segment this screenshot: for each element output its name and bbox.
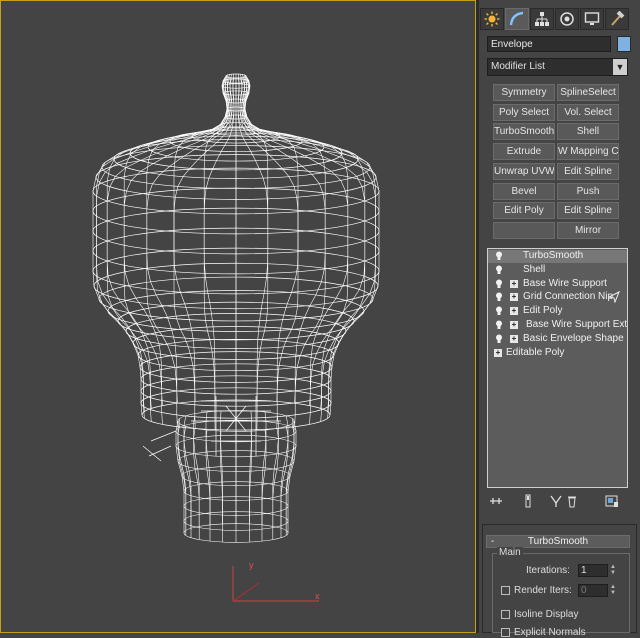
command-panel: Envelope Modifier List ▼ Symmetry SplineS… bbox=[479, 0, 640, 638]
configure-sets-icon[interactable] bbox=[605, 494, 619, 508]
pin-stack-icon[interactable] bbox=[489, 494, 503, 508]
render-iters-spinner-arrows[interactable]: ▲ ▼ bbox=[609, 584, 617, 597]
hierarchy-tab[interactable] bbox=[530, 8, 554, 30]
stack-item-label: Basic Envelope Shape bbox=[523, 332, 624, 344]
monitor-icon bbox=[584, 12, 600, 25]
stack-item[interactable]: + Editable Poly bbox=[488, 347, 627, 360]
hierarchy-icon bbox=[535, 12, 549, 26]
chevron-down-icon[interactable]: ▼ bbox=[613, 59, 627, 75]
lightbulb-icon[interactable] bbox=[495, 306, 503, 316]
modifier-button[interactable]: Bevel bbox=[493, 182, 555, 200]
iterations-spinner-arrows[interactable]: ▲ ▼ bbox=[609, 564, 617, 577]
iterations-spinner[interactable]: 1 bbox=[578, 564, 608, 577]
modifier-button[interactable]: Mirror bbox=[557, 221, 619, 239]
lightbulb-icon[interactable] bbox=[495, 251, 503, 261]
stack-item-label: TurboSmooth bbox=[523, 250, 584, 261]
lightbulb-icon[interactable] bbox=[495, 334, 503, 344]
modifier-button[interactable]: SplineSelect bbox=[557, 84, 619, 101]
perspective-viewport[interactable]: xy bbox=[0, 0, 476, 633]
stack-item-label: Grid Connection Nip bbox=[523, 291, 614, 303]
collapse-icon[interactable]: - bbox=[491, 536, 494, 547]
motion-icon bbox=[560, 12, 574, 26]
stack-item[interactable]: + Basic Envelope Shape bbox=[488, 333, 627, 346]
stack-item[interactable]: + Base Wire Support bbox=[488, 278, 627, 291]
stack-item-label: Base Wire Support bbox=[523, 277, 607, 289]
show-end-result-icon[interactable] bbox=[521, 494, 535, 508]
object-color-swatch[interactable] bbox=[617, 36, 631, 52]
lightbulb-icon[interactable] bbox=[495, 320, 503, 330]
arc-icon bbox=[509, 11, 524, 26]
remove-modifier-icon[interactable] bbox=[565, 494, 579, 508]
modifier-list-dropdown[interactable]: Modifier List ▼ bbox=[487, 58, 628, 76]
hammer-icon bbox=[611, 11, 625, 26]
isoline-display-label: Isoline Display bbox=[514, 609, 579, 620]
command-panel-tabs bbox=[479, 8, 640, 32]
render-iters-spinner[interactable]: 0 bbox=[578, 584, 608, 597]
render-iters-checkbox[interactable] bbox=[501, 586, 510, 595]
expand-icon[interactable]: + bbox=[510, 321, 518, 329]
stack-item[interactable]: + Base Wire Support Extru bbox=[488, 319, 627, 332]
expand-icon[interactable]: + bbox=[510, 293, 518, 302]
stack-item-label: Shell bbox=[523, 263, 546, 275]
modifier-button[interactable]: TurboSmooth bbox=[493, 123, 555, 141]
object-name-field[interactable]: Envelope bbox=[487, 36, 611, 52]
modifier-button[interactable]: Edit Spline bbox=[557, 202, 619, 220]
isoline-display-checkbox[interactable] bbox=[501, 610, 510, 619]
create-tab[interactable] bbox=[480, 8, 504, 30]
utilities-tab[interactable] bbox=[605, 8, 629, 30]
display-tab[interactable] bbox=[580, 8, 604, 30]
expand-icon[interactable]: + bbox=[510, 307, 518, 316]
modifier-button[interactable]: Symmetry bbox=[493, 84, 555, 101]
modifier-button[interactable]: Vol. Select bbox=[557, 103, 619, 121]
expand-icon[interactable]: + bbox=[494, 348, 502, 357]
main-group: Main Iterations: 1 ▲ ▼ Render Iters: 0 ▲ ▼… bbox=[492, 547, 630, 638]
modifier-button[interactable]: Shell bbox=[557, 123, 619, 141]
lightbulb-icon[interactable] bbox=[495, 279, 503, 289]
axis-y-label: y bbox=[249, 560, 254, 570]
modifier-button[interactable]: Poly Select bbox=[493, 103, 555, 121]
modifier-button[interactable]: Push bbox=[557, 182, 619, 200]
make-unique-icon[interactable] bbox=[549, 494, 563, 508]
stack-item[interactable]: + Edit Poly bbox=[488, 305, 627, 318]
turbosmooth-rollout: - TurboSmooth Main Iterations: 1 ▲ ▼ Rend… bbox=[482, 524, 637, 638]
modifier-button[interactable] bbox=[493, 221, 555, 239]
iterations-label: Iterations: bbox=[526, 565, 570, 576]
motion-tab[interactable] bbox=[555, 8, 579, 30]
axis-x-label: x bbox=[315, 591, 320, 601]
stack-item[interactable]: Shell bbox=[488, 264, 627, 277]
lightbulb-icon[interactable] bbox=[495, 265, 503, 275]
modifier-button[interactable]: Edit Spline bbox=[557, 162, 619, 180]
rollout-title: TurboSmooth bbox=[527, 536, 589, 547]
cursor-arrow-icon bbox=[607, 291, 620, 305]
stack-item-label: Edit Poly bbox=[523, 305, 563, 317]
modify-tab[interactable] bbox=[505, 8, 529, 30]
stack-toolbar bbox=[487, 494, 628, 510]
render-iters-label: Render Iters: bbox=[514, 585, 572, 596]
stack-item-label: Editable Poly bbox=[506, 346, 565, 358]
stack-item-label: Base Wire Support Extru bbox=[526, 319, 627, 330]
wireframe-model[interactable]: xy bbox=[1, 1, 476, 633]
modifier-stack[interactable]: TurboSmooth Shell + Base Wire Support + Grid … bbox=[487, 248, 628, 488]
stack-item[interactable]: TurboSmooth bbox=[488, 250, 627, 263]
modifier-list-label: Modifier List bbox=[491, 61, 545, 72]
modifier-button[interactable]: Unwrap UVW bbox=[493, 162, 555, 180]
expand-icon[interactable]: + bbox=[510, 279, 518, 288]
expand-icon[interactable]: + bbox=[510, 334, 518, 343]
main-group-label: Main bbox=[497, 547, 523, 558]
modifier-button[interactable]: W Mapping Cle bbox=[557, 143, 619, 161]
modifier-button[interactable]: Extrude bbox=[493, 143, 555, 161]
lightbulb-icon[interactable] bbox=[495, 292, 503, 302]
stack-item[interactable]: + Grid Connection Nip bbox=[488, 291, 627, 305]
sun-icon bbox=[484, 11, 500, 27]
modifier-button[interactable]: Edit Poly bbox=[493, 202, 555, 220]
